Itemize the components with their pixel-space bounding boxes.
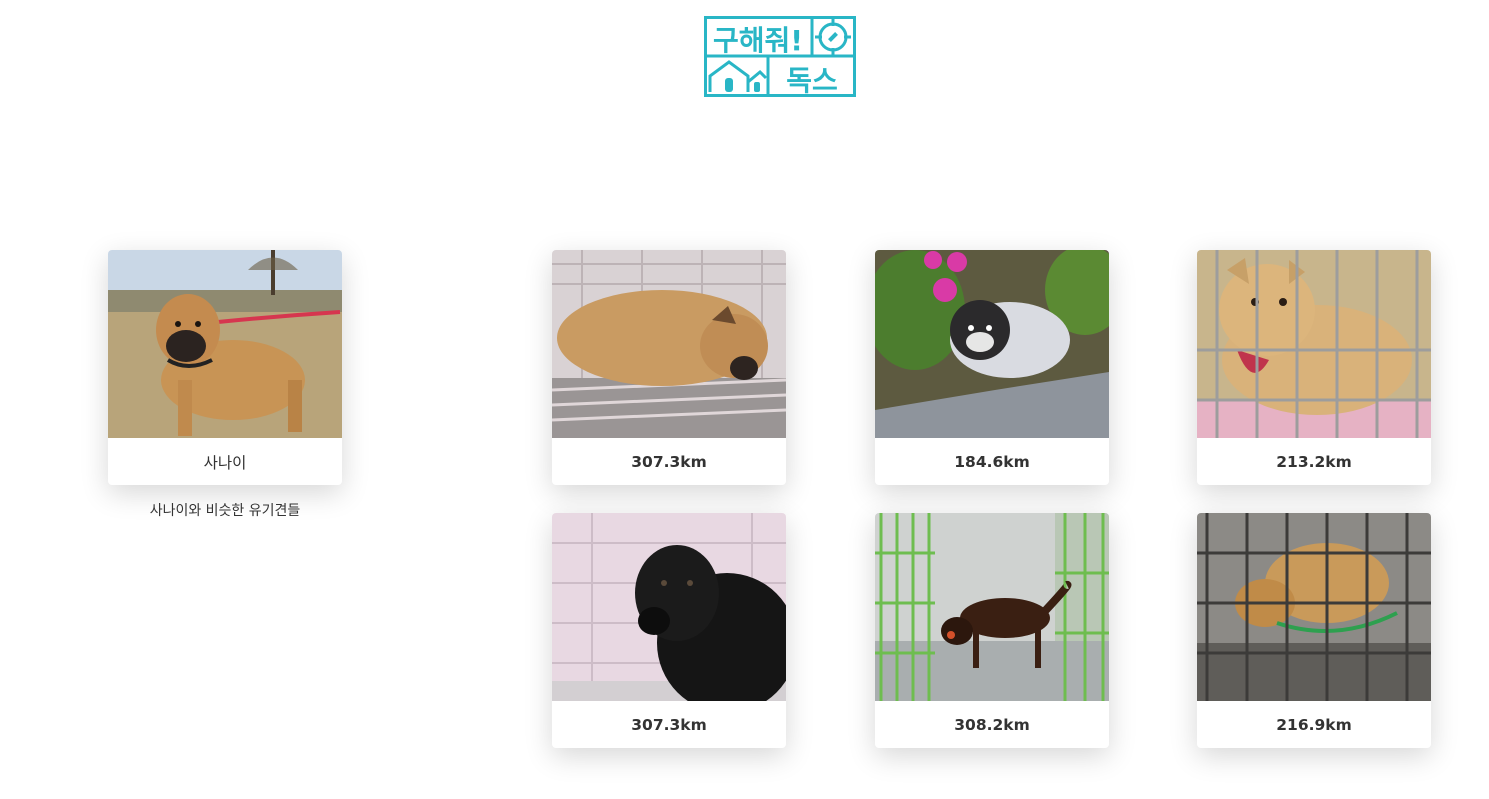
dog-result-card[interactable]: 184.6km — [875, 250, 1109, 485]
distance-label: 307.3km — [631, 452, 707, 471]
logo-text-line1: 구해줘! — [713, 24, 803, 57]
dog-photo — [875, 250, 1109, 438]
dog-photo — [552, 513, 786, 701]
dog-photo — [1197, 513, 1431, 701]
selected-dog-card[interactable]: 사나이 — [108, 250, 342, 485]
distance-label: 307.3km — [631, 715, 707, 734]
site-logo[interactable]: 구해줘! 독스 — [704, 16, 856, 97]
selected-dog-name: 사나이 — [203, 453, 247, 472]
distance-label: 216.9km — [1276, 715, 1352, 734]
dog-photo — [552, 250, 786, 438]
similar-dogs-caption: 사나이와 비슷한 유기견들 — [149, 503, 301, 519]
selected-dog-photo — [108, 250, 342, 438]
logo-text-line2: 독스 — [786, 64, 838, 97]
distance-label: 184.6km — [954, 452, 1030, 471]
dog-result-card[interactable]: 307.3km — [552, 513, 786, 748]
dog-photo — [1197, 250, 1431, 438]
dog-result-card[interactable]: 308.2km — [875, 513, 1109, 748]
dog-result-card[interactable]: 213.2km — [1197, 250, 1431, 485]
dog-result-card[interactable]: 216.9km — [1197, 513, 1431, 748]
dog-photo — [875, 513, 1109, 701]
distance-label: 213.2km — [1276, 452, 1352, 471]
dog-result-card[interactable]: 307.3km — [552, 250, 786, 485]
distance-label: 308.2km — [954, 715, 1030, 734]
